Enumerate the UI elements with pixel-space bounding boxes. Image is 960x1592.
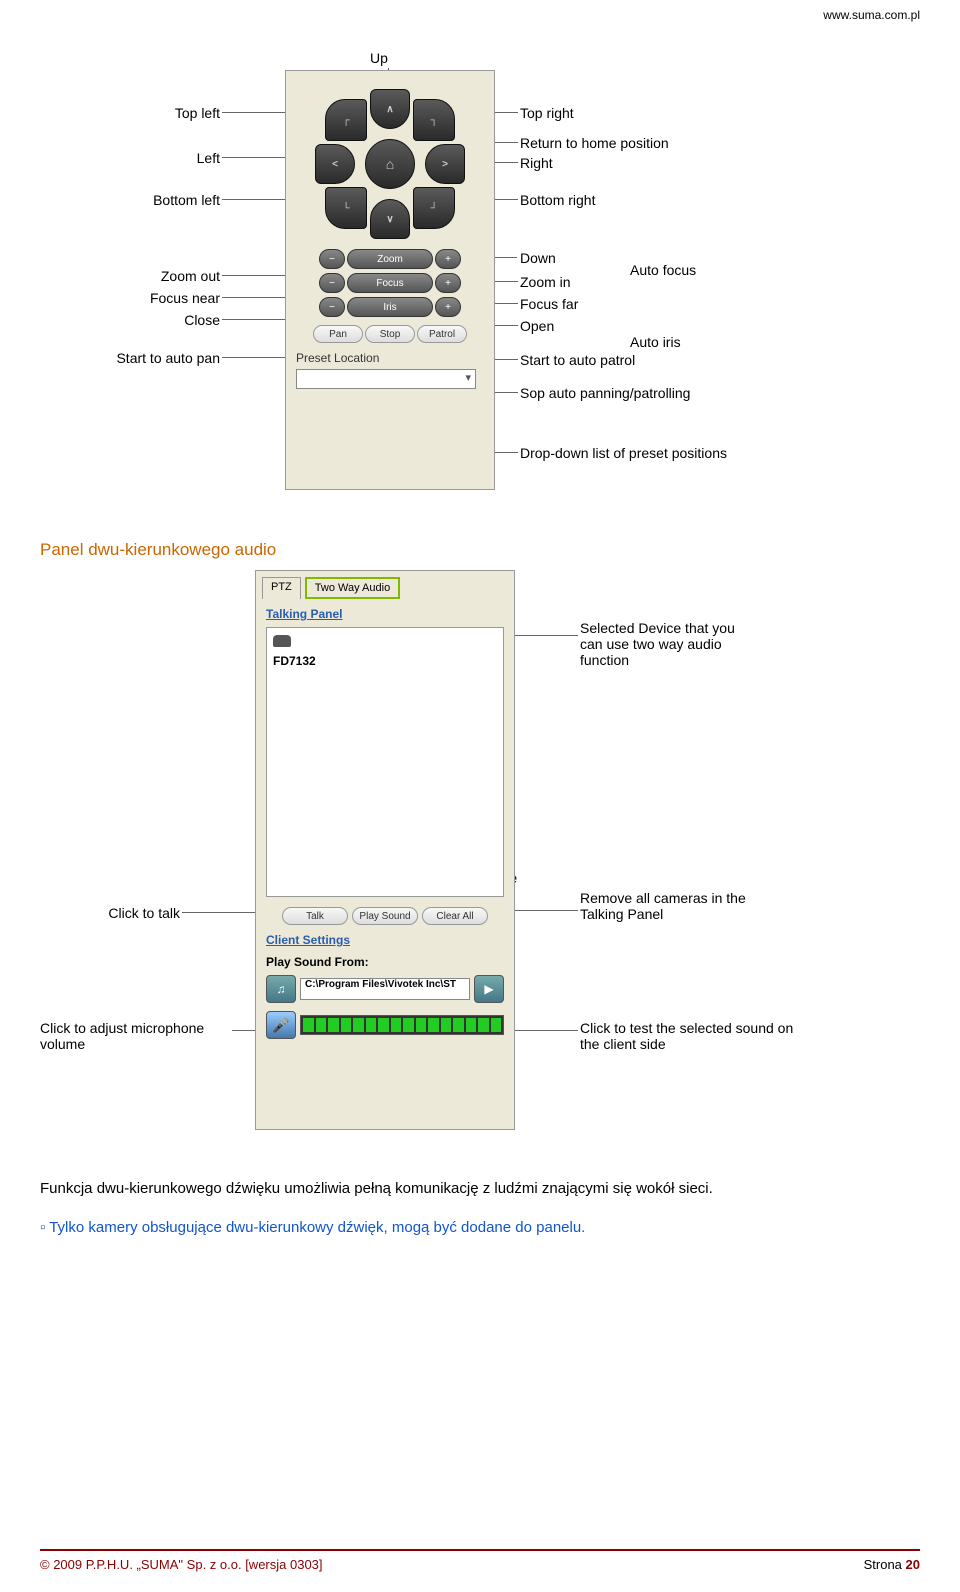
body-text: Funkcja dwu-kierunkowego dźwięku umożliw… — [40, 1178, 920, 1201]
label-close: Close — [120, 312, 220, 328]
preset-label: Preset Location — [296, 351, 484, 365]
footer-right: Strona 20 — [864, 1557, 920, 1572]
talk-button[interactable]: Talk — [282, 907, 348, 925]
audio-panel: PTZ Two Way Audio Talking Panel FD7132 T… — [255, 570, 515, 1130]
label-up: Up — [370, 50, 388, 66]
camera-icon — [273, 635, 291, 647]
play-sound-from-label: Play Sound From: — [256, 951, 514, 973]
home-icon: ⌂ — [386, 156, 394, 172]
label-zoom-out: Zoom out — [100, 268, 220, 284]
iris-label: Iris — [347, 297, 433, 317]
dpad-left[interactable]: < — [315, 144, 355, 184]
focus-label: Focus — [347, 273, 433, 293]
audio-figure: Selected Device that you can use two way… — [40, 570, 920, 1160]
zoom-label: Zoom — [347, 249, 433, 269]
label-left: Left — [110, 150, 220, 166]
iris-open-button[interactable]: + — [435, 297, 461, 317]
speaker-icon: ▶ — [484, 982, 493, 996]
ptz-panel: ┌ ∧ ┐ < ⌂ > └ ∨ ┘ − Zoom + − Focus + − I… — [285, 70, 495, 490]
header-url: www.suma.com.pl — [40, 0, 920, 30]
device-name: FD7132 — [273, 654, 497, 668]
label-return-home: Return to home position — [520, 135, 669, 151]
label-focus-near: Focus near — [90, 290, 220, 306]
dpad-bottom-right[interactable]: ┘ — [413, 187, 455, 229]
dpad-top-left[interactable]: ┌ — [325, 99, 367, 141]
volume-meter[interactable] — [300, 1015, 504, 1035]
ptz-dpad: ┌ ∧ ┐ < ⌂ > └ ∨ ┘ — [315, 89, 465, 239]
footer: © 2009 P.P.H.U. „SUMA" Sp. z o.o. [wersj… — [40, 1549, 920, 1572]
device-list[interactable]: FD7132 — [266, 627, 504, 897]
dpad-down[interactable]: ∨ — [370, 199, 410, 239]
label-remove-all: Remove all cameras in the Talking Panel — [580, 890, 780, 922]
talking-panel-title: Talking Panel — [256, 599, 514, 625]
section-title: Panel dwu-kierunkowego audio — [40, 540, 920, 560]
label-click-talk: Click to talk — [60, 905, 180, 921]
patrol-button[interactable]: Patrol — [417, 325, 467, 343]
sound-file-path[interactable]: C:\Program Files\Vivotek Inc\ST — [300, 978, 470, 1000]
label-auto-iris: Auto iris — [630, 334, 681, 350]
label-top-left: Top left — [110, 105, 220, 121]
test-sound-button[interactable]: ▶ — [474, 975, 504, 1003]
tab-ptz[interactable]: PTZ — [262, 577, 301, 599]
ptz-figure: Top left Left Bottom left Zoom out Focus… — [40, 50, 920, 510]
dpad-up[interactable]: ∧ — [370, 89, 410, 129]
mic-icon: 🎤 — [272, 1017, 289, 1034]
stop-button[interactable]: Stop — [365, 325, 415, 343]
label-dropdown-desc: Drop-down list of preset positions — [520, 445, 727, 461]
label-auto-focus: Auto focus — [630, 262, 696, 278]
label-bottom-left: Bottom left — [100, 192, 220, 208]
label-start-auto-patrol: Start to auto patrol — [520, 352, 635, 368]
iris-close-button[interactable]: − — [319, 297, 345, 317]
label-down: Down — [520, 250, 556, 266]
folder-icon: ♫ — [277, 982, 286, 996]
zoom-in-button[interactable]: + — [435, 249, 461, 269]
label-zoom-in: Zoom in — [520, 274, 571, 290]
client-settings-title: Client Settings — [256, 929, 514, 951]
focus-near-button[interactable]: − — [319, 273, 345, 293]
label-start-auto-pan: Start to auto pan — [60, 350, 220, 366]
label-test-sound: Click to test the selected sound on the … — [580, 1020, 800, 1052]
zoom-out-button[interactable]: − — [319, 249, 345, 269]
label-selected-device: Selected Device that you can use two way… — [580, 620, 760, 668]
label-top-right: Top right — [520, 105, 574, 121]
footer-left: © 2009 P.P.H.U. „SUMA" Sp. z o.o. [wersj… — [40, 1557, 323, 1572]
browse-button[interactable]: ♫ — [266, 975, 296, 1003]
label-adjust-mic: Click to adjust microphone volume — [40, 1020, 230, 1052]
dpad-bottom-left[interactable]: └ — [325, 187, 367, 229]
label-open: Open — [520, 318, 554, 334]
label-stop-auto: Sop auto panning/patrolling — [520, 385, 690, 401]
label-right: Right — [520, 155, 553, 171]
preset-dropdown[interactable] — [296, 369, 476, 389]
dpad-top-right[interactable]: ┐ — [413, 99, 455, 141]
play-sound-button[interactable]: Play Sound — [352, 907, 418, 925]
label-focus-far: Focus far — [520, 296, 578, 312]
note-text: ▫ Tylko kamery obsługujące dwu-kierunkow… — [40, 1219, 920, 1236]
mic-volume-button[interactable]: 🎤 — [266, 1011, 296, 1039]
label-bottom-right: Bottom right — [520, 192, 595, 208]
tab-two-way-audio[interactable]: Two Way Audio — [305, 577, 400, 599]
clear-all-button[interactable]: Clear All — [422, 907, 488, 925]
dpad-right[interactable]: > — [425, 144, 465, 184]
pan-button[interactable]: Pan — [313, 325, 363, 343]
focus-far-button[interactable]: + — [435, 273, 461, 293]
dpad-home[interactable]: ⌂ — [365, 139, 415, 189]
